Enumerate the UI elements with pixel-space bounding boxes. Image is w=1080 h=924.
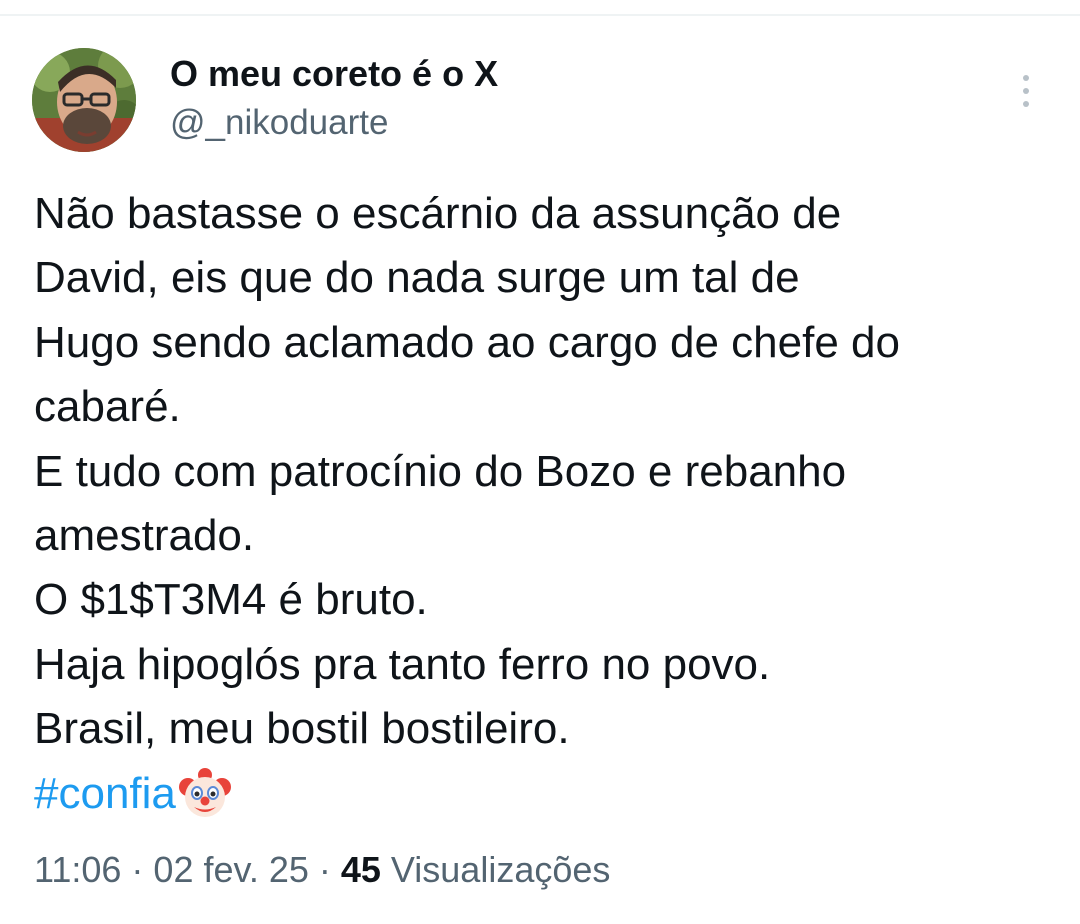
tweet-line: E tudo com patrocínio do Bozo e rebanho (34, 446, 847, 496)
tweet-meta: 11:06 · 02 fev. 25 · 45 Visualizações (34, 846, 610, 894)
tweet-line: cabaré. (34, 382, 181, 432)
meta-separator: · (308, 849, 341, 890)
avatar-photo (32, 48, 136, 152)
more-vertical-icon-dot (1023, 101, 1029, 107)
tweet-line: David, eis que do nada surge um tal de (34, 253, 800, 303)
tweet-line: Brasil, meu bostil bostileiro. (34, 704, 570, 754)
tweet-line: Hugo sendo aclamado ao cargo de chefe do (34, 317, 900, 367)
top-divider (0, 14, 1080, 16)
tweet-line: amestrado. (34, 510, 255, 560)
more-vertical-icon-dot (1023, 88, 1029, 94)
author-handle[interactable]: @_nikoduarte (170, 101, 388, 145)
views-label: Visualizações (380, 849, 611, 890)
hashtag-line: #confia (34, 762, 1054, 826)
views-count[interactable]: 45 (341, 849, 381, 890)
more-options-button[interactable] (1006, 66, 1046, 116)
tweet-text: Não bastasse o escárnio da assunção de D… (34, 182, 1054, 826)
tweet-line: O $1$T3M4 é bruto. (34, 575, 428, 625)
tweet-line: Não bastasse o escárnio da assunção de (34, 189, 842, 238)
tweet-line: Haja hipoglós pra tanto ferro no povo. (34, 639, 771, 689)
tweet-time[interactable]: 11:06 (34, 849, 121, 890)
clown-face-icon (178, 767, 232, 821)
author-display-name[interactable]: O meu coreto é o X (170, 52, 498, 96)
tweet-date[interactable]: 02 fev. 25 (153, 849, 308, 890)
avatar[interactable] (32, 48, 136, 152)
meta-separator: · (121, 849, 154, 890)
more-vertical-icon (1023, 75, 1029, 81)
hashtag-link[interactable]: #confia (34, 762, 176, 826)
